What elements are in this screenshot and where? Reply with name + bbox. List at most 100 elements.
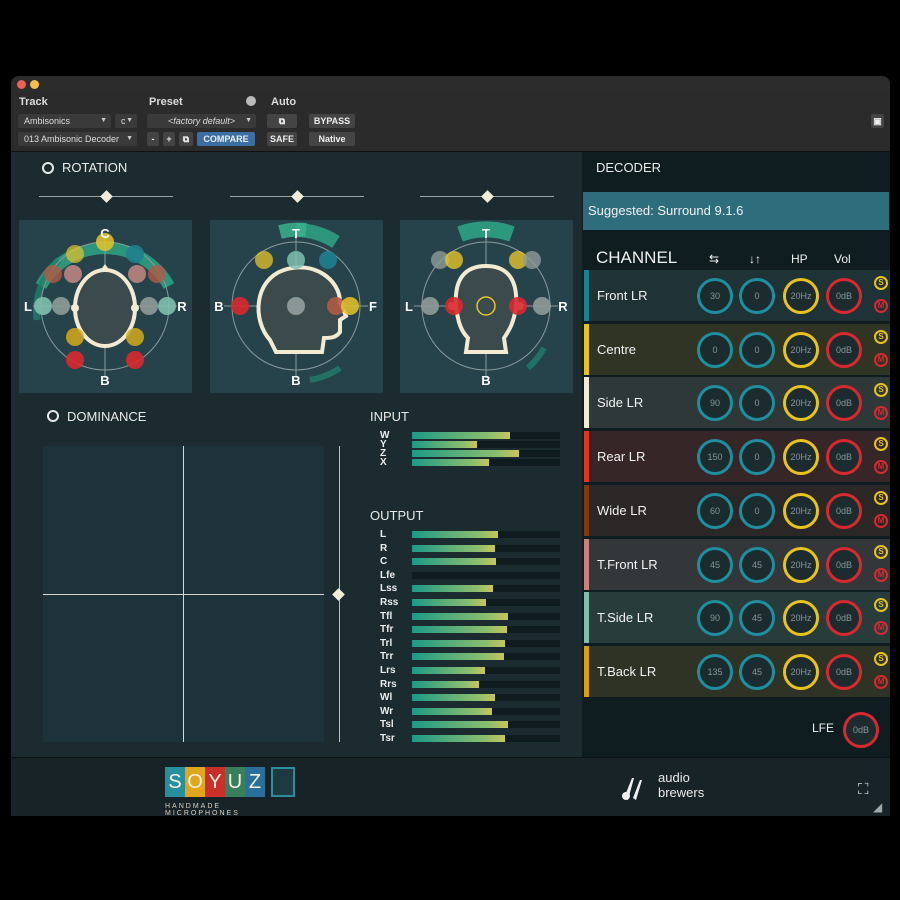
elevation-knob[interactable]: 45 [739, 653, 775, 690]
channel-row[interactable]: Rear LR 150 0 20Hz 0dB S M [584, 431, 890, 483]
highpass-knob[interactable]: 20Hz [783, 439, 819, 476]
channel-row[interactable]: Front LR 30 0 20Hz 0dB S M [584, 270, 890, 321]
footer: SOYUZ HANDMADE MICROPHONES audio brewers… [11, 757, 890, 817]
solo-button[interactable]: S [874, 329, 888, 344]
solo-button[interactable]: S [874, 598, 888, 613]
channel-row[interactable]: T.Back LR 135 45 20Hz 0dB S M [584, 645, 890, 697]
lfe-volume-knob[interactable]: 0dB [843, 712, 879, 748]
suggested-layout-button[interactable]: Suggested: Surround 9.1.6 [583, 192, 889, 230]
decoder-title: DECODER [596, 160, 662, 175]
elevation-knob[interactable]: 0 [739, 492, 775, 529]
elevation-knob[interactable]: 0 [739, 439, 775, 476]
elevation-knob[interactable]: 45 [739, 546, 775, 583]
volume-knob-value: 0dB [835, 398, 852, 409]
channel-name: Side LR [597, 395, 644, 411]
volume-knob[interactable]: 0dB [826, 385, 862, 422]
elevation-knob-value: 0 [754, 452, 760, 463]
volume-knob[interactable]: 0dB [826, 546, 862, 583]
azimuth-knob-value: 90 [709, 398, 720, 409]
azimuth-knob[interactable]: 30 [697, 278, 733, 314]
elevation-knob-value: 45 [751, 559, 762, 570]
azimuth-knob[interactable]: 0 [697, 331, 733, 368]
mute-button[interactable]: M [874, 674, 888, 689]
highpass-knob-value: 20Hz [790, 291, 812, 301]
brand-line-1: audio [658, 770, 690, 785]
mute-button[interactable]: M [874, 513, 888, 528]
volume-knob-value: 0dB [835, 666, 852, 677]
azimuth-knob[interactable]: 45 [697, 546, 733, 583]
highpass-knob[interactable]: 20Hz [783, 600, 819, 637]
volume-knob-value: 0dB [835, 613, 852, 624]
azimuth-knob[interactable]: 60 [697, 492, 733, 529]
volume-knob-value: 0dB [835, 344, 852, 355]
channel-header: CHANNEL [596, 248, 678, 267]
highpass-knob[interactable]: 20Hz [783, 385, 819, 422]
volume-knob[interactable]: 0dB [826, 492, 862, 529]
channel-name: T.Front LR [597, 556, 658, 572]
elevation-knob-value: 45 [751, 666, 762, 677]
fullscreen-icon[interactable]: ⛶ [858, 781, 869, 798]
azimuth-knob-value: 135 [707, 666, 723, 677]
volume-knob[interactable]: 0dB [826, 600, 862, 637]
hp-column-header: HP [791, 252, 808, 266]
channel-row[interactable]: T.Front LR 45 45 20Hz 0dB S M [584, 538, 890, 590]
solo-button[interactable]: S [874, 490, 888, 505]
soyuz-logo: SOYUZ HANDMADE MICROPHONES [165, 767, 297, 817]
azimuth-knob[interactable]: 90 [697, 600, 733, 637]
channel-name: Centre [597, 341, 637, 357]
highpass-knob[interactable]: 20Hz [783, 278, 819, 314]
channel-name: T.Side LR [597, 610, 654, 626]
highpass-knob-value: 20Hz [790, 344, 812, 355]
channel-row[interactable]: Side LR 90 0 20Hz 0dB S M [584, 377, 890, 429]
channel-row[interactable]: T.Side LR 90 45 20Hz 0dB S M [584, 592, 890, 644]
channel-row[interactable]: Wide LR 60 0 20Hz 0dB S M [584, 484, 890, 536]
brand-line-2: brewers [658, 785, 705, 800]
elevation-knob-value: 0 [754, 344, 760, 355]
solo-button[interactable]: S [874, 651, 888, 666]
resize-handle-icon[interactable]: ◢ [873, 800, 882, 814]
azimuth-knob-value: 0 [712, 344, 718, 355]
mute-button[interactable]: M [874, 352, 888, 367]
mute-button[interactable]: M [874, 460, 888, 475]
channel-color-bar [584, 323, 589, 375]
volume-knob[interactable]: 0dB [826, 278, 862, 314]
elevation-knob[interactable]: 0 [739, 331, 775, 368]
mute-button[interactable]: M [874, 621, 888, 636]
elevation-knob-value: 0 [754, 398, 760, 409]
volume-knob[interactable]: 0dB [826, 653, 862, 690]
highpass-knob[interactable]: 20Hz [783, 653, 819, 690]
soyuz-letter: O [185, 767, 205, 797]
highpass-knob-value: 20Hz [790, 666, 812, 677]
volume-knob[interactable]: 0dB [826, 331, 862, 368]
channel-name: Rear LR [597, 449, 646, 465]
elevation-knob[interactable]: 0 [739, 278, 775, 314]
solo-button[interactable]: S [874, 544, 888, 559]
mute-button[interactable]: M [874, 406, 888, 421]
elevation-icon: ↓↑ [749, 252, 761, 266]
volume-knob-value: 0dB [835, 452, 852, 463]
lfe-volume-value: 0dB [852, 725, 869, 735]
highpass-knob[interactable]: 20Hz [783, 331, 819, 368]
azimuth-knob[interactable]: 135 [697, 653, 733, 690]
volume-knob-value: 0dB [835, 291, 852, 301]
highpass-knob-value: 20Hz [790, 452, 812, 463]
lfe-label: LFE [812, 721, 835, 735]
mute-button[interactable]: M [874, 299, 888, 313]
azimuth-knob-value: 45 [709, 559, 720, 570]
highpass-knob[interactable]: 20Hz [783, 546, 819, 583]
solo-button[interactable]: S [874, 437, 888, 452]
channel-color-bar [584, 645, 589, 697]
elevation-knob[interactable]: 45 [739, 600, 775, 637]
channel-row[interactable]: Centre 0 0 20Hz 0dB S M [584, 323, 890, 375]
channel-color-bar [584, 484, 589, 536]
mute-button[interactable]: M [874, 567, 888, 582]
solo-button[interactable]: S [874, 383, 888, 398]
azimuth-knob[interactable]: 90 [697, 385, 733, 422]
highpass-knob[interactable]: 20Hz [783, 492, 819, 529]
azimuth-knob[interactable]: 150 [697, 439, 733, 476]
solo-button[interactable]: S [874, 276, 888, 290]
elevation-knob[interactable]: 0 [739, 385, 775, 422]
highpass-knob-value: 20Hz [790, 613, 812, 624]
volume-knob[interactable]: 0dB [826, 439, 862, 476]
swap-lr-icon: ⇆ [709, 252, 720, 266]
